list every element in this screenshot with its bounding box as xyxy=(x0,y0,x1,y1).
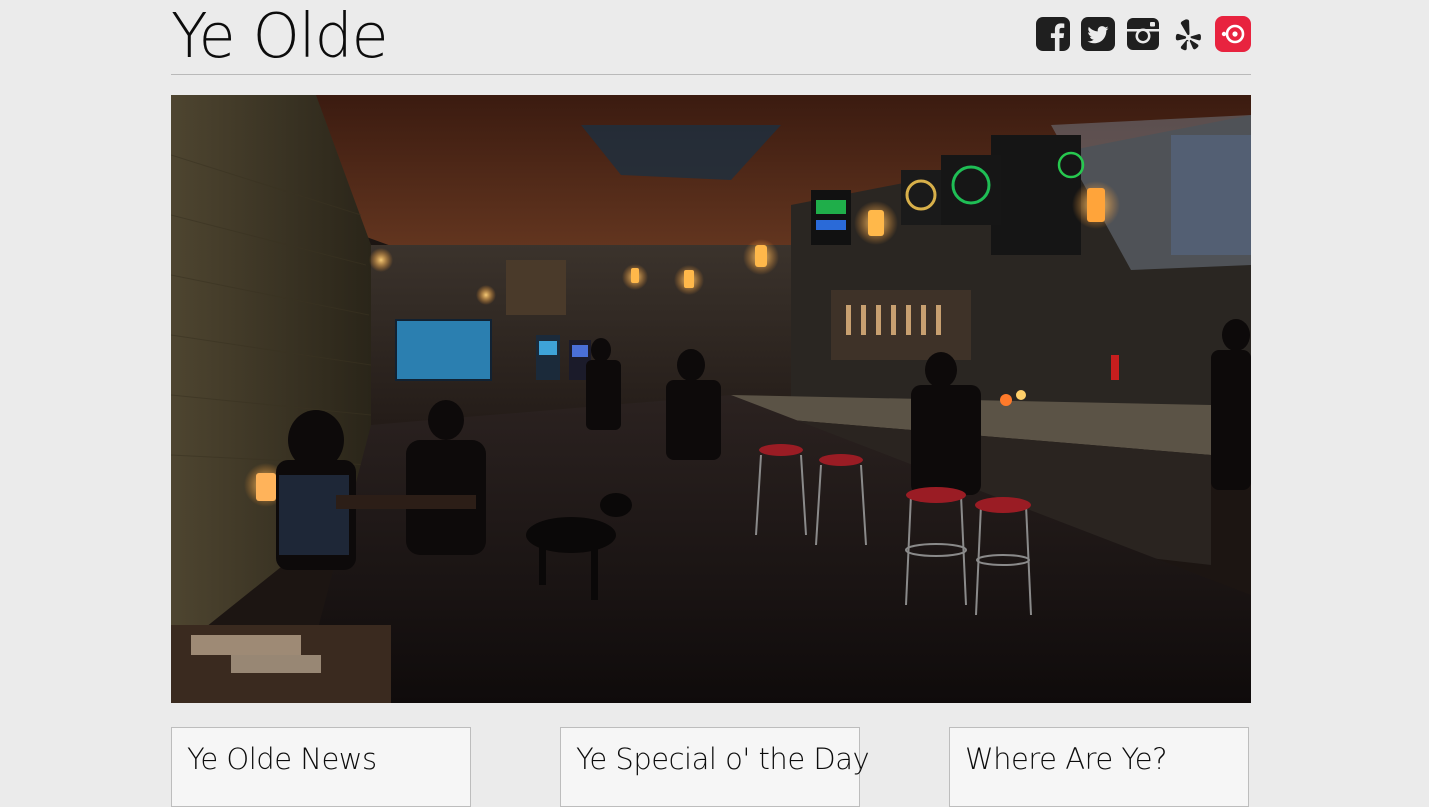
instagram-icon xyxy=(1127,18,1159,50)
special-card-title: Ye Special o' the Day xyxy=(576,742,870,776)
page-container: Ye Olde Ye Olde News Ye Special o' the D… xyxy=(171,0,1251,807)
site-title[interactable]: Ye Olde xyxy=(171,0,389,73)
special-card[interactable]: Ye Special o' the Day xyxy=(560,727,870,807)
yelp-link[interactable] xyxy=(1170,16,1206,52)
bar-interior-photo xyxy=(171,95,1251,703)
instagram-link[interactable] xyxy=(1125,16,1161,52)
hero-image xyxy=(171,95,1251,703)
yelp-icon xyxy=(1175,19,1201,51)
twitter-icon xyxy=(1081,17,1115,51)
twitter-link[interactable] xyxy=(1080,16,1116,52)
foursquare-icon xyxy=(1215,16,1251,52)
site-header: Ye Olde xyxy=(171,0,1251,75)
facebook-link[interactable] xyxy=(1035,16,1071,52)
news-card-title: Ye Olde News xyxy=(187,742,377,776)
news-card[interactable]: Ye Olde News xyxy=(171,727,471,807)
location-card-title: Where Are Ye? xyxy=(965,742,1168,776)
facebook-icon xyxy=(1036,17,1070,51)
social-links xyxy=(1035,16,1251,52)
foursquare-link[interactable] xyxy=(1215,16,1251,52)
location-card[interactable]: Where Are Ye? xyxy=(949,727,1249,807)
